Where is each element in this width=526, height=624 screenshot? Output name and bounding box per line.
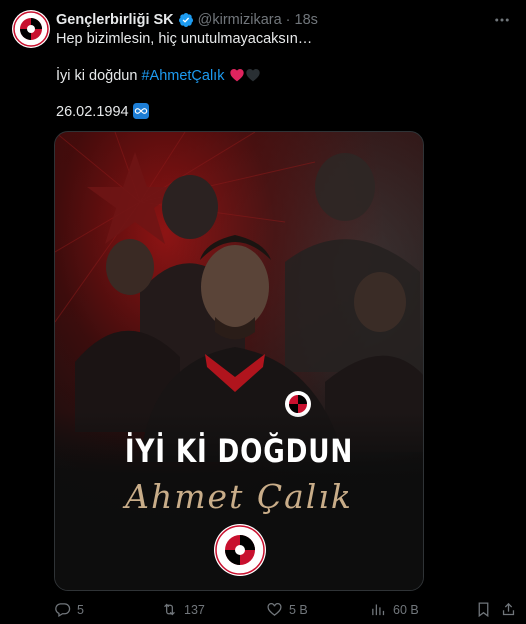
media-artwork — [55, 132, 423, 590]
reply-count: 5 — [77, 602, 84, 617]
retweet-count: 137 — [184, 602, 205, 617]
black-heart-icon — [245, 67, 261, 83]
like-button[interactable]: 5 B — [266, 601, 308, 618]
birth-date: 26.02.1994 — [56, 104, 129, 120]
bookmark-button[interactable] — [475, 601, 492, 618]
tweet-actions: 5 137 5 B 60 B — [54, 601, 494, 621]
handle[interactable]: @kirmizikara — [198, 12, 282, 28]
views-button[interactable]: 60 B — [370, 601, 419, 618]
media-headline: İYİ Kİ DOĞDUN — [124, 432, 354, 470]
tweet-text-line-1: Hep bizimlesin, hiç unutulmayacaksın… — [56, 31, 313, 47]
club-badge-icon — [214, 524, 266, 576]
display-name[interactable]: Gençlerbirliği SK — [56, 12, 174, 28]
tweet-text-line-3: 26.02.1994 — [56, 103, 149, 122]
like-icon — [267, 602, 282, 616]
hashtag-link[interactable]: #AhmetÇalık — [141, 68, 224, 84]
retweet-icon — [164, 603, 175, 616]
red-heart-icon — [229, 67, 245, 83]
birthday-text: İyi ki doğdun — [56, 68, 142, 84]
views-icon — [372, 604, 385, 616]
bookmark-icon — [478, 602, 489, 618]
timestamp[interactable]: 18s — [295, 12, 318, 28]
share-button[interactable] — [500, 601, 517, 618]
infinity-icon — [132, 103, 149, 119]
tweet-text-line-2: İyi ki doğdun #AhmetÇalık — [56, 67, 261, 86]
tweet[interactable]: Gençlerbirliği SK @kirmizikara · 18s Hep… — [0, 0, 526, 624]
tweet-header: Gençlerbirliği SK @kirmizikara · 18s — [56, 10, 318, 30]
avatar[interactable] — [12, 10, 50, 48]
retweet-button[interactable]: 137 — [161, 601, 205, 618]
club-logo-icon — [13, 11, 49, 47]
more-icon[interactable] — [492, 10, 512, 30]
separator-dot: · — [285, 12, 291, 28]
like-count: 5 B — [289, 602, 308, 617]
views-count: 60 B — [393, 602, 419, 617]
share-icon — [502, 602, 515, 616]
reply-icon — [55, 603, 71, 618]
tweet-media-image[interactable]: İYİ Kİ DOĞDUN Ahmet Çalık — [54, 131, 424, 591]
reply-button[interactable]: 5 — [54, 601, 84, 618]
media-player-name: Ahmet Çalık — [125, 477, 353, 516]
verified-icon — [178, 12, 194, 28]
